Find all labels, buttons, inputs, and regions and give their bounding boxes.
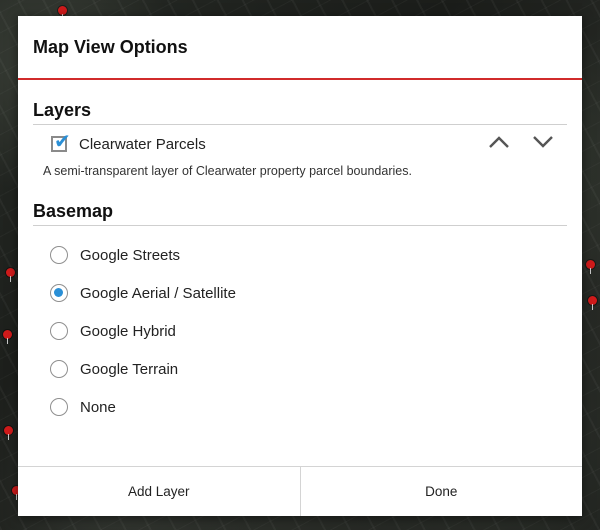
basemap-option-google-hybrid[interactable]: Google Hybrid — [50, 312, 582, 350]
checkmark-icon: ✔ — [54, 131, 71, 153]
radio-button[interactable] — [50, 246, 68, 264]
basemap-option-label: None — [80, 398, 116, 416]
layers-section-title: Layers — [33, 80, 567, 125]
map-marker-icon — [3, 330, 12, 344]
dialog-title: Map View Options — [33, 36, 188, 57]
move-layer-down-button[interactable] — [527, 127, 559, 157]
map-marker-icon — [4, 426, 13, 440]
layer-name: Clearwater Parcels — [79, 135, 206, 153]
radio-dot-icon — [54, 288, 63, 297]
basemap-option-label: Google Hybrid — [80, 322, 176, 340]
basemap-option-label: Google Aerial / Satellite — [80, 284, 236, 302]
layer-checkbox[interactable]: ✔ — [51, 132, 71, 152]
basemap-option-label: Google Streets — [80, 246, 181, 264]
map-marker-icon — [586, 260, 595, 274]
layer-order-controls — [483, 127, 559, 157]
dialog-header: Map View Options — [18, 16, 582, 80]
add-layer-button[interactable]: Add Layer — [18, 467, 300, 516]
radio-button[interactable] — [50, 360, 68, 378]
basemap-section-title: Basemap — [33, 179, 567, 226]
dialog-footer: Add Layer Done — [18, 466, 582, 516]
layer-description: A semi-transparent layer of Clearwater p… — [43, 164, 412, 178]
done-button[interactable]: Done — [301, 467, 583, 516]
move-layer-up-button[interactable] — [483, 127, 515, 157]
basemap-option-label: Google Terrain — [80, 360, 179, 378]
map-marker-icon — [6, 268, 15, 282]
radio-button-selected[interactable] — [50, 284, 68, 302]
layer-row-clearwater-parcels: ✔ Clearwater Parcels — [33, 125, 567, 163]
map-marker-icon — [588, 296, 597, 310]
radio-button[interactable] — [50, 398, 68, 416]
map-marker-icon — [58, 6, 67, 20]
map-view-options-dialog: Map View Options Layers ✔ Clearwater Par… — [18, 16, 582, 516]
radio-button[interactable] — [50, 322, 68, 340]
basemap-option-google-terrain[interactable]: Google Terrain — [50, 350, 582, 388]
basemap-options: Google Streets Google Aerial / Satellite… — [18, 226, 582, 426]
chevron-up-icon — [489, 136, 509, 148]
basemap-option-google-aerial-satellite[interactable]: Google Aerial / Satellite — [50, 274, 582, 312]
basemap-option-google-streets[interactable]: Google Streets — [50, 236, 582, 274]
basemap-option-none[interactable]: None — [50, 388, 582, 426]
chevron-down-icon — [533, 136, 553, 148]
